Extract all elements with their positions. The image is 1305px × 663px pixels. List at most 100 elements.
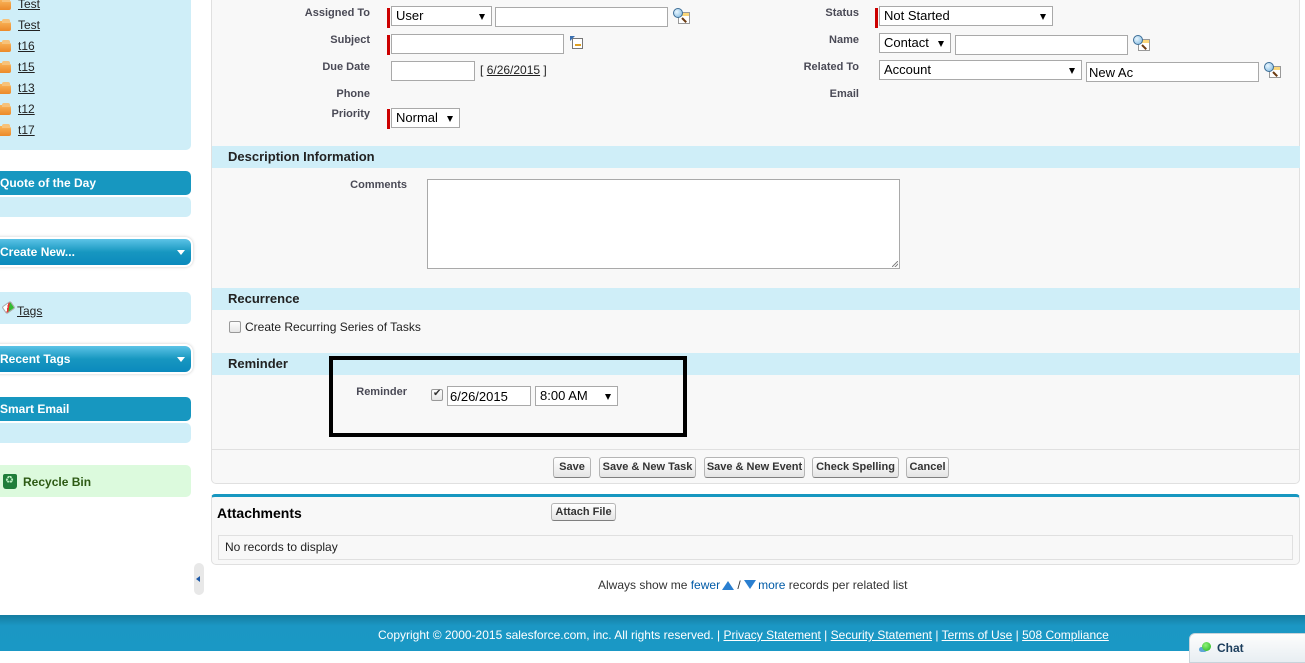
dropdown-caret-icon [1069,68,1075,74]
save-new-task-button[interactable]: Save & New Task [599,457,696,478]
recycle-bin-panel[interactable]: Recycle Bin [0,465,191,497]
recent-item-link[interactable]: t15 [18,60,35,74]
recent-item[interactable]: t16 [0,36,35,56]
dropdown-caret-icon [1040,14,1046,20]
recurring-checkbox[interactable] [229,321,241,333]
tag-icon [1,300,16,315]
required-indicator [875,8,878,28]
show-more-link[interactable]: more [744,578,785,592]
assigned-to-input[interactable] [495,7,668,27]
status-label: Status [825,7,859,19]
smart-email-body [0,423,191,443]
required-indicator [387,109,390,129]
cancel-button[interactable]: Cancel [906,457,949,478]
recent-item[interactable]: t15 [0,57,35,77]
status-value: Not Started [884,8,950,23]
folder-icon [0,19,12,31]
recent-item[interactable]: t13 [0,78,35,98]
recent-items-panel: Test Test t16 t15 t13 t12 t17 [0,0,191,150]
quote-of-day-header: Quote of the Day [0,171,191,195]
create-new-label: Create New... [0,245,75,259]
due-date-today: [ 6/26/2015 ] [480,63,547,77]
folder-icon [0,82,12,94]
recent-item[interactable]: t12 [0,99,35,119]
tags-panel: Tags [0,292,191,324]
folder-icon [0,40,12,52]
arrow-down-icon [744,580,757,589]
recent-item-link[interactable]: t13 [18,81,35,95]
online-status-icon [1202,642,1211,651]
today-date-link[interactable]: 6/26/2015 [487,63,540,77]
lookup-icon[interactable] [1133,35,1150,51]
name-label: Name [829,34,859,46]
assigned-to-type-select[interactable]: User [391,6,492,26]
required-indicator [387,35,390,55]
pref-separator: / [737,578,741,592]
due-date-input[interactable] [391,61,475,81]
pref-prefix: Always show me [598,578,688,592]
lookup-icon[interactable] [673,8,690,24]
subject-input[interactable] [391,34,564,54]
divider [212,449,1300,450]
recent-item[interactable]: Test [0,15,40,35]
description-section-header: Description Information [212,146,1300,168]
compliance-508-link[interactable]: 508 Compliance [1022,628,1109,642]
name-input[interactable] [955,35,1128,55]
folder-icon [0,103,12,115]
recurring-checkbox-label: Create Recurring Series of Tasks [245,320,421,334]
folder-icon [0,0,12,10]
attach-file-button[interactable]: Attach File [551,503,616,521]
recent-item-link[interactable]: Test [18,18,40,32]
assigned-to-type-value: User [396,8,424,23]
recent-item[interactable]: t17 [0,120,35,140]
show-fewer-link[interactable]: fewer [691,578,735,592]
recent-item-link[interactable]: t12 [18,102,35,116]
chat-label: Chat [1217,641,1244,655]
terms-of-use-link[interactable]: Terms of Use [942,628,1013,642]
security-statement-link[interactable]: Security Statement [831,628,932,642]
save-new-event-button[interactable]: Save & New Event [704,457,805,478]
tags-link[interactable]: Tags [17,304,42,318]
privacy-statement-link[interactable]: Privacy Statement [723,628,820,642]
assigned-to-label: Assigned To [304,7,370,19]
combobox-icon[interactable] [570,36,584,50]
no-records-message: No records to display [218,535,1293,560]
attachments-related-list: Attachments Attach File No records to di… [211,494,1300,565]
chevron-down-icon [177,357,185,362]
recent-item-link[interactable]: Test [18,0,40,11]
recent-item-link[interactable]: t16 [18,39,35,53]
attachments-title: Attachments [217,505,302,521]
folder-icon [0,124,12,136]
related-to-label: Related To [803,61,859,73]
related-to-input[interactable] [1086,62,1259,82]
recent-tags-dropdown[interactable]: Recent Tags [0,346,191,372]
priority-select[interactable]: Normal [391,108,460,128]
priority-label: Priority [331,108,370,120]
footer-text: Copyright © 2000-2015 salesforce.com, in… [378,628,1109,642]
recent-item[interactable]: Test [0,0,40,14]
bracket: [ [480,63,484,77]
dropdown-caret-icon [479,14,485,20]
resize-grip-icon[interactable] [892,261,898,267]
due-date-label: Due Date [322,61,370,73]
create-new-dropdown[interactable]: Create New... [0,239,191,265]
recent-item-link[interactable]: t17 [18,123,35,137]
save-button[interactable]: Save [553,457,591,478]
name-type-value: Contact [884,35,929,50]
quote-of-day-body [0,197,191,217]
related-to-type-select[interactable]: Account [879,60,1082,80]
lookup-icon[interactable] [1264,62,1281,78]
pref-suffix: records per related list [788,578,908,592]
bracket: ] [543,63,547,77]
reminder-highlight-box [329,356,687,437]
comments-textarea[interactable] [427,179,900,269]
chat-widget[interactable]: Chat [1189,633,1305,663]
recycle-bin-link[interactable]: Recycle Bin [23,475,91,489]
sidebar-collapse-handle[interactable] [194,563,204,595]
required-indicator [387,8,390,28]
name-type-select[interactable]: Contact [879,33,951,53]
check-spelling-button[interactable]: Check Spelling [812,457,899,478]
dropdown-caret-icon [938,41,944,47]
recycle-bin-icon [3,474,17,489]
status-select[interactable]: Not Started [879,6,1053,26]
